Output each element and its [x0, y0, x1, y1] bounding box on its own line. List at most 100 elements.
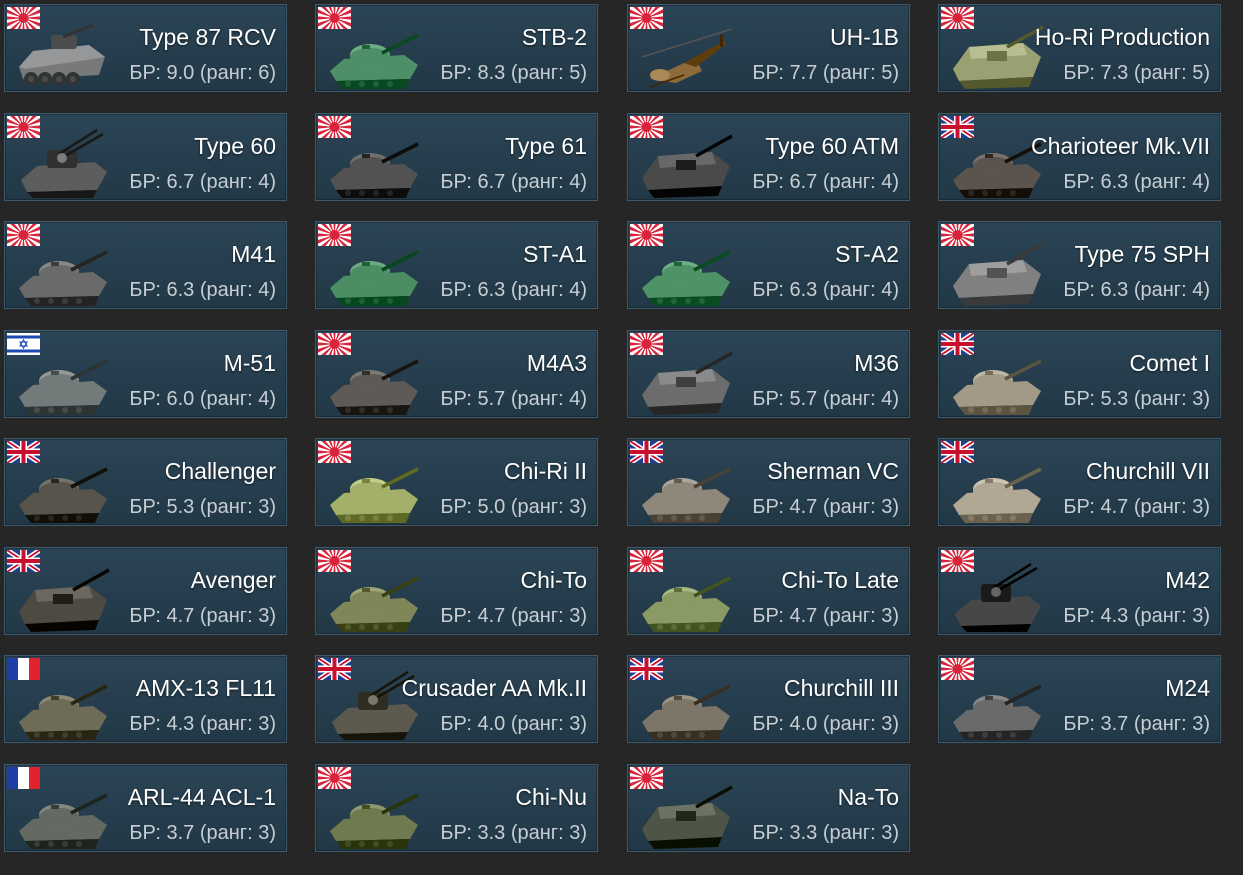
vehicle-br: БР: 5.7 (ранг: 4) [752, 388, 899, 410]
japan-flag [630, 767, 663, 789]
vehicle-name: M24 [1165, 675, 1210, 701]
vehicle-card[interactable]: Churchill III БР: 4.0 (ранг: 3) [627, 655, 910, 743]
vehicle-br: БР: 6.7 (ранг: 4) [440, 171, 587, 193]
vehicle-name: Churchill VII [1086, 458, 1210, 484]
vehicle-br: БР: 4.3 (ранг: 3) [1063, 605, 1210, 627]
vehicle-card[interactable]: Chi-Ri II БР: 5.0 (ранг: 3) [315, 438, 598, 526]
uk-flag [941, 441, 974, 463]
vehicle-br: БР: 7.3 (ранг: 5) [1063, 62, 1210, 84]
vehicle-card[interactable]: M-51 БР: 6.0 (ранг: 4) [4, 330, 287, 418]
vehicle-card[interactable]: M42 БР: 4.3 (ранг: 3) [938, 547, 1221, 635]
vehicle-card[interactable]: Chi-To БР: 4.7 (ранг: 3) [315, 547, 598, 635]
vehicle-br: БР: 4.0 (ранг: 3) [752, 713, 899, 735]
vehicle-card[interactable]: Type 75 SPH БР: 6.3 (ранг: 4) [938, 221, 1221, 309]
vehicle-name: ARL-44 ACL-1 [127, 784, 276, 810]
japan-flag [318, 7, 351, 29]
vehicle-name: M-51 [223, 350, 276, 376]
vehicle-card[interactable]: Challenger БР: 5.3 (ранг: 3) [4, 438, 287, 526]
vehicle-name: M4A3 [526, 350, 587, 376]
vehicle-br: БР: 9.0 (ранг: 6) [129, 62, 276, 84]
vehicle-card[interactable]: STB-2 БР: 8.3 (ранг: 5) [315, 4, 598, 92]
japan-flag [318, 116, 351, 138]
vehicle-card[interactable]: M41 БР: 6.3 (ранг: 4) [4, 221, 287, 309]
uk-flag [630, 658, 663, 680]
vehicle-card[interactable]: Type 87 RCV БР: 9.0 (ранг: 6) [4, 4, 287, 92]
vehicle-br: БР: 4.7 (ранг: 3) [752, 605, 899, 627]
vehicle-card[interactable]: Type 60 БР: 6.7 (ранг: 4) [4, 113, 287, 201]
japan-flag [318, 767, 351, 789]
vehicle-card[interactable]: Charioteer Mk.VII БР: 6.3 (ранг: 4) [938, 113, 1221, 201]
japan-flag [630, 333, 663, 355]
japan-flag [318, 333, 351, 355]
vehicle-br: БР: 3.3 (ранг: 3) [440, 822, 587, 844]
vehicle-br: БР: 5.7 (ранг: 4) [440, 388, 587, 410]
vehicle-card[interactable]: M36 БР: 5.7 (ранг: 4) [627, 330, 910, 418]
vehicle-br: БР: 4.3 (ранг: 3) [129, 713, 276, 735]
vehicle-card[interactable]: Type 60 ATM БР: 6.7 (ранг: 4) [627, 113, 910, 201]
vehicle-card[interactable]: Type 61 БР: 6.7 (ранг: 4) [315, 113, 598, 201]
vehicle-card[interactable]: Ho-Ri Production БР: 7.3 (ранг: 5) [938, 4, 1221, 92]
japan-flag [941, 550, 974, 572]
vehicle-br: БР: 4.7 (ранг: 3) [129, 605, 276, 627]
vehicle-name: Comet I [1129, 350, 1210, 376]
vehicle-card[interactable]: Sherman VC БР: 4.7 (ранг: 3) [627, 438, 910, 526]
vehicle-card[interactable]: Chi-To Late БР: 4.7 (ранг: 3) [627, 547, 910, 635]
vehicle-name: Type 60 ATM [765, 133, 899, 159]
vehicle-name: Type 75 SPH [1074, 241, 1210, 267]
vehicle-card[interactable]: AMX-13 FL11 БР: 4.3 (ранг: 3) [4, 655, 287, 743]
japan-flag [7, 7, 40, 29]
vehicle-br: БР: 4.7 (ранг: 3) [1063, 496, 1210, 518]
vehicle-name: Type 87 RCV [139, 24, 276, 50]
vehicle-br: БР: 4.7 (ранг: 3) [440, 605, 587, 627]
japan-flag [318, 224, 351, 246]
france-flag [7, 767, 40, 789]
vehicle-grid: Type 87 RCV БР: 9.0 (ранг: 6) STB-2 БР: … [0, 0, 1243, 875]
vehicle-name: STB-2 [521, 24, 587, 50]
vehicle-card[interactable]: Na-To БР: 3.3 (ранг: 3) [627, 764, 910, 852]
vehicle-name: ST-A2 [835, 241, 899, 267]
vehicle-name: M36 [854, 350, 899, 376]
vehicle-name: Type 61 [505, 133, 587, 159]
vehicle-name: UH-1B [829, 24, 899, 50]
vehicle-card[interactable]: ST-A1 БР: 6.3 (ранг: 4) [315, 221, 598, 309]
vehicle-card[interactable]: M4A3 БР: 5.7 (ранг: 4) [315, 330, 598, 418]
vehicle-br: БР: 5.3 (ранг: 3) [1063, 388, 1210, 410]
japan-flag [630, 116, 663, 138]
vehicle-br: БР: 7.7 (ранг: 5) [752, 62, 899, 84]
vehicle-br: БР: 3.3 (ранг: 3) [752, 822, 899, 844]
vehicle-br: БР: 6.3 (ранг: 4) [1063, 171, 1210, 193]
vehicle-card[interactable]: Comet I БР: 5.3 (ранг: 3) [938, 330, 1221, 418]
vehicle-card[interactable]: Chi-Nu БР: 3.3 (ранг: 3) [315, 764, 598, 852]
vehicle-br: БР: 3.7 (ранг: 3) [129, 822, 276, 844]
vehicle-name: Challenger [164, 458, 276, 484]
vehicle-card[interactable]: Churchill VII БР: 4.7 (ранг: 3) [938, 438, 1221, 526]
uk-flag [7, 441, 40, 463]
vehicle-br: БР: 6.3 (ранг: 4) [440, 279, 587, 301]
vehicle-name: Ho-Ri Production [1034, 24, 1210, 50]
vehicle-card[interactable]: ST-A2 БР: 6.3 (ранг: 4) [627, 221, 910, 309]
japan-flag [941, 224, 974, 246]
france-flag [7, 658, 40, 680]
vehicle-br: БР: 4.7 (ранг: 3) [752, 496, 899, 518]
japan-flag [941, 7, 974, 29]
uk-flag [318, 658, 351, 680]
vehicle-name: M42 [1165, 567, 1210, 593]
vehicle-name: Churchill III [783, 675, 899, 701]
israel-flag [7, 333, 40, 355]
uk-flag [630, 441, 663, 463]
vehicle-name: Chi-To [520, 567, 587, 593]
vehicle-card[interactable]: Crusader AA Mk.II БР: 4.0 (ранг: 3) [315, 655, 598, 743]
japan-flag [630, 7, 663, 29]
vehicle-br: БР: 6.3 (ранг: 4) [129, 279, 276, 301]
vehicle-card[interactable]: M24 БР: 3.7 (ранг: 3) [938, 655, 1221, 743]
vehicle-name: Type 60 [194, 133, 276, 159]
vehicle-card[interactable]: ARL-44 ACL-1 БР: 3.7 (ранг: 3) [4, 764, 287, 852]
vehicle-br: БР: 6.3 (ранг: 4) [752, 279, 899, 301]
vehicle-name: Chi-To Late [781, 567, 899, 593]
vehicle-name: M41 [231, 241, 276, 267]
vehicle-card[interactable]: Avenger БР: 4.7 (ранг: 3) [4, 547, 287, 635]
vehicle-card[interactable]: UH-1B БР: 7.7 (ранг: 5) [627, 4, 910, 92]
vehicle-name: ST-A1 [523, 241, 587, 267]
uk-flag [7, 550, 40, 572]
vehicle-br: БР: 5.0 (ранг: 3) [440, 496, 587, 518]
